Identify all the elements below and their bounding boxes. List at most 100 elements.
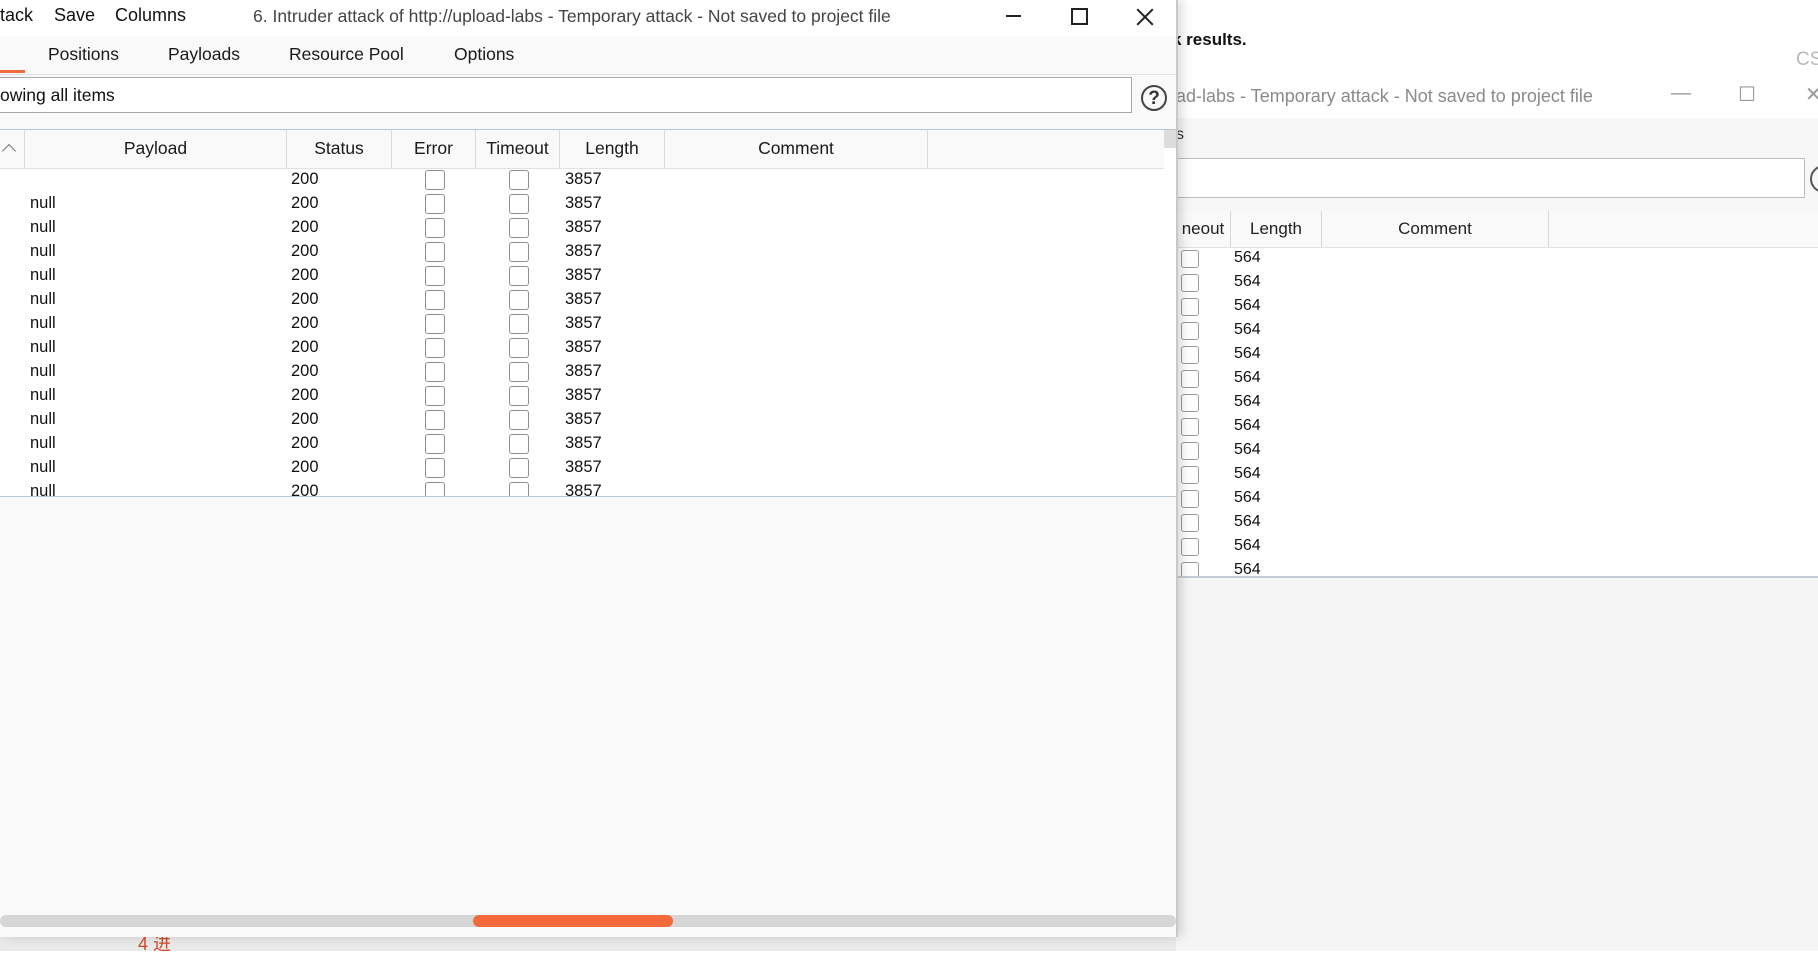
table-row[interactable]: null 200 3857 xyxy=(0,240,1164,264)
minimize-button[interactable] xyxy=(981,0,1045,34)
background-length-cell: 564 xyxy=(1234,537,1261,554)
timeout-checkbox[interactable] xyxy=(509,386,529,406)
error-checkbox[interactable] xyxy=(425,434,445,454)
background-table-row: 564 xyxy=(1176,559,1818,576)
background-minimize-icon[interactable]: — xyxy=(1671,82,1691,105)
background-cs-text: CS xyxy=(1796,49,1818,70)
table-row[interactable]: null 200 3857 xyxy=(0,336,1164,360)
table-row[interactable]: null 200 3857 xyxy=(0,360,1164,384)
tab-results-underline[interactable] xyxy=(0,70,25,73)
timeout-checkbox[interactable] xyxy=(509,194,529,214)
timeout-checkbox[interactable] xyxy=(509,482,529,496)
background-length-cell: 564 xyxy=(1234,345,1261,362)
table-row[interactable]: null 200 3857 xyxy=(0,312,1164,336)
error-checkbox[interactable] xyxy=(425,314,445,334)
help-icon[interactable]: ? xyxy=(1141,85,1167,111)
timeout-checkbox[interactable] xyxy=(509,434,529,454)
maximize-button[interactable] xyxy=(1046,0,1110,34)
header-error[interactable]: Error xyxy=(392,130,476,168)
timeout-checkbox[interactable] xyxy=(509,458,529,478)
close-button[interactable] xyxy=(1112,0,1176,34)
request-response-panel xyxy=(0,497,1176,917)
status-cell: 200 xyxy=(291,314,319,332)
background-maximize-icon[interactable]: ☐ xyxy=(1738,82,1756,107)
tab-positions[interactable]: Positions xyxy=(48,44,119,65)
timeout-checkbox[interactable] xyxy=(509,410,529,430)
intruder-attack-window: tack Save Columns 6. Intruder attack of … xyxy=(0,0,1178,937)
timeout-checkbox[interactable] xyxy=(509,314,529,334)
table-row[interactable]: null 200 3857 xyxy=(0,384,1164,408)
table-row[interactable]: null 200 3857 xyxy=(0,408,1164,432)
table-header: Payload Status Error Timeout Length Comm… xyxy=(0,130,1164,169)
timeout-checkbox[interactable] xyxy=(509,362,529,382)
background-table-row: 564 xyxy=(1176,247,1818,271)
timeout-checkbox[interactable] xyxy=(509,218,529,238)
table-row[interactable]: null 200 3857 xyxy=(0,432,1164,456)
table-row[interactable]: null 200 3857 xyxy=(0,264,1164,288)
filter-bar[interactable]: owing all items xyxy=(0,77,1132,113)
background-timeout-checkbox xyxy=(1181,274,1199,292)
header-payload[interactable]: Payload xyxy=(25,130,287,168)
error-checkbox[interactable] xyxy=(425,218,445,238)
background-lower-panel xyxy=(1176,580,1818,951)
filter-text: owing all items xyxy=(0,85,115,105)
error-checkbox[interactable] xyxy=(425,362,445,382)
status-cell: 200 xyxy=(291,266,319,284)
error-checkbox[interactable] xyxy=(425,290,445,310)
table-row[interactable]: null 200 3857 xyxy=(0,288,1164,312)
error-checkbox[interactable] xyxy=(425,242,445,262)
error-checkbox[interactable] xyxy=(425,386,445,406)
error-checkbox[interactable] xyxy=(425,410,445,430)
timeout-checkbox[interactable] xyxy=(509,266,529,286)
background-header-timeout[interactable]: neout xyxy=(1176,211,1231,247)
menu-columns[interactable]: Columns xyxy=(115,5,186,26)
status-cell: 200 xyxy=(291,362,319,380)
error-checkbox[interactable] xyxy=(425,194,445,214)
table-row[interactable]: null 200 3857 xyxy=(0,192,1164,216)
header-status[interactable]: Status xyxy=(287,130,392,168)
table-row[interactable]: 200 3857 xyxy=(0,168,1164,192)
table-row[interactable]: null 200 3857 xyxy=(0,216,1164,240)
timeout-checkbox[interactable] xyxy=(509,338,529,358)
status-cell: 200 xyxy=(291,410,319,428)
payload-cell: null xyxy=(30,386,56,404)
vertical-scrollbar[interactable] xyxy=(1164,130,1176,148)
horizontal-scrollbar[interactable] xyxy=(0,915,1176,927)
background-length-cell: 564 xyxy=(1234,441,1261,458)
menu-save[interactable]: Save xyxy=(54,5,95,26)
tab-payloads[interactable]: Payloads xyxy=(168,44,240,65)
error-checkbox[interactable] xyxy=(425,482,445,496)
timeout-checkbox[interactable] xyxy=(509,290,529,310)
length-cell: 3857 xyxy=(565,434,602,452)
background-timeout-checkbox xyxy=(1181,346,1199,364)
background-header-length[interactable]: Length xyxy=(1231,211,1322,247)
table-row[interactable]: null 200 3857 xyxy=(0,480,1164,496)
background-length-cell: 564 xyxy=(1234,369,1261,386)
timeout-checkbox[interactable] xyxy=(509,242,529,262)
error-checkbox[interactable] xyxy=(425,458,445,478)
length-cell: 3857 xyxy=(565,266,602,284)
background-header-comment[interactable]: Comment xyxy=(1322,211,1549,247)
header-comment[interactable]: Comment xyxy=(665,130,928,168)
error-checkbox[interactable] xyxy=(425,266,445,286)
tab-resource-pool[interactable]: Resource Pool xyxy=(289,44,404,65)
timeout-checkbox[interactable] xyxy=(509,170,529,190)
background-timeout-checkbox xyxy=(1181,322,1199,340)
error-checkbox[interactable] xyxy=(425,338,445,358)
tab-options[interactable]: Options xyxy=(454,44,514,65)
status-cell: 200 xyxy=(291,338,319,356)
header-timeout[interactable]: Timeout xyxy=(476,130,560,168)
header-length[interactable]: Length xyxy=(560,130,665,168)
background-filter-box[interactable] xyxy=(1176,158,1805,198)
error-checkbox[interactable] xyxy=(425,170,445,190)
menu-attack[interactable]: tack xyxy=(0,5,33,26)
background-table-header: neout Length Comment xyxy=(1176,211,1818,248)
sort-column[interactable] xyxy=(0,130,25,168)
table-row[interactable]: null 200 3857 xyxy=(0,456,1164,480)
filter-row: owing all items ? xyxy=(0,75,1176,119)
background-close-icon[interactable]: ✕ xyxy=(1805,82,1818,107)
horizontal-scroll-thumb[interactable] xyxy=(473,915,673,927)
length-cell: 3857 xyxy=(565,314,602,332)
background-table-row: 564 xyxy=(1176,439,1818,463)
background-length-cell: 564 xyxy=(1234,465,1261,482)
